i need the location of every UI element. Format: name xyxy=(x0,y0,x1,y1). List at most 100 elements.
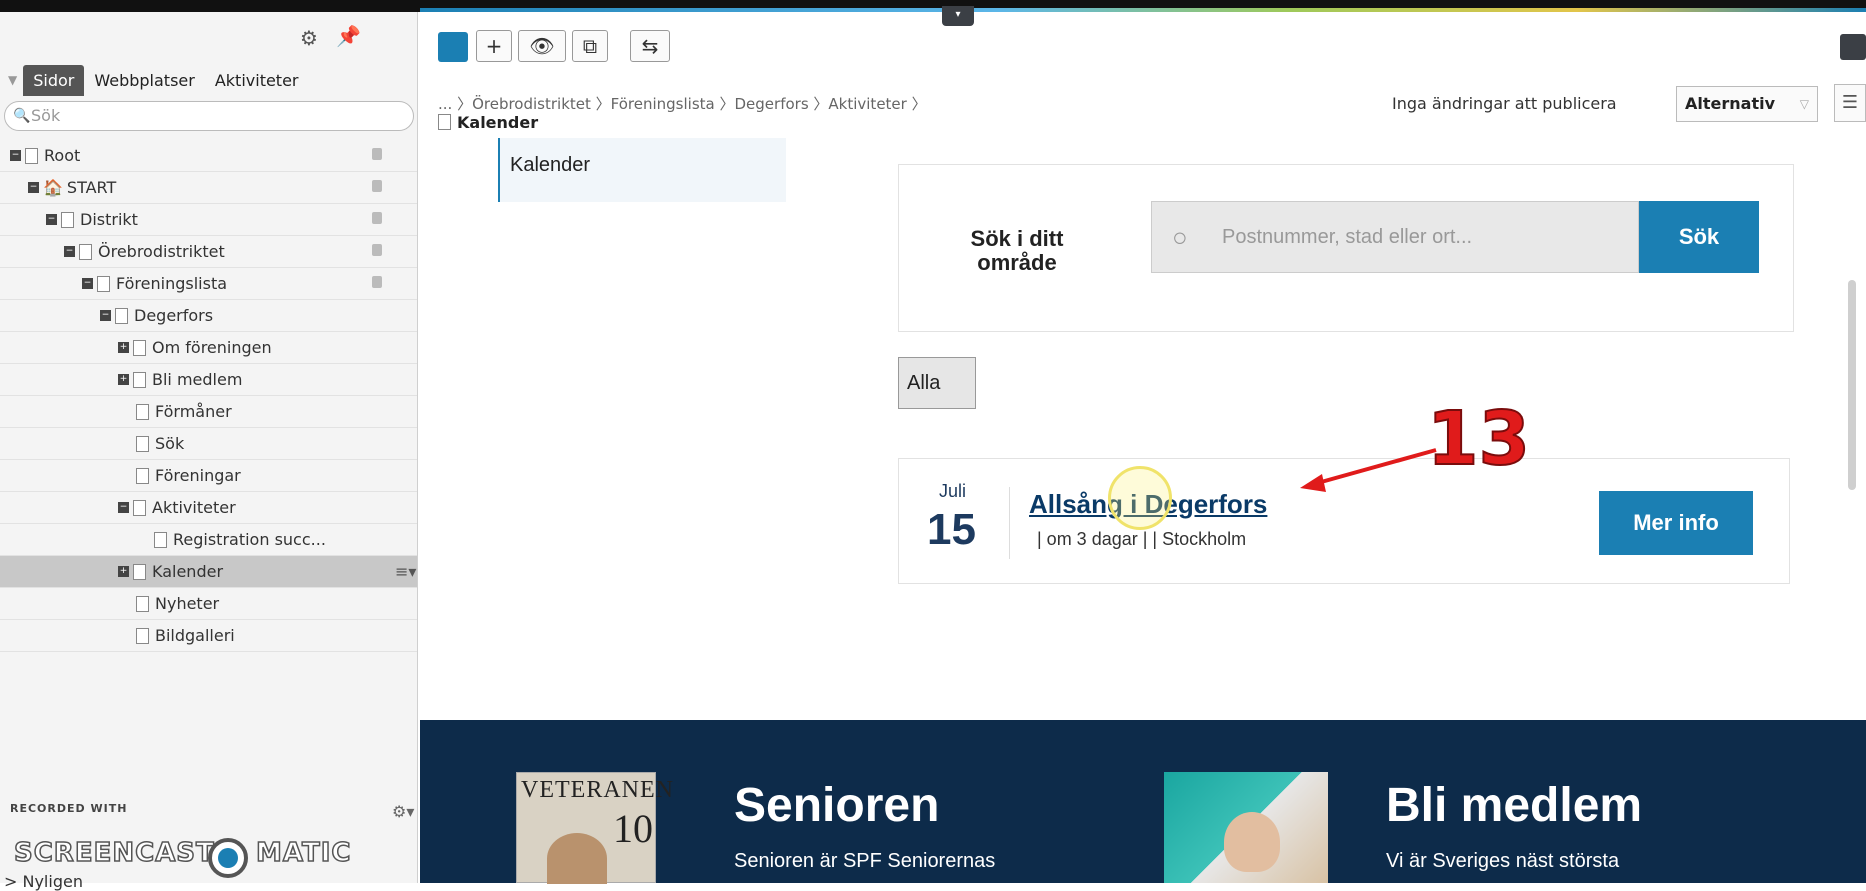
tree-toggle-button[interactable] xyxy=(438,32,468,62)
event-meta: | om 3 dagar | | Stockholm xyxy=(1037,529,1247,549)
collapse-icon[interactable]: − xyxy=(46,214,57,225)
tree-row-label: Om föreningen xyxy=(152,338,272,357)
tree-row[interactable]: − Degerfors xyxy=(0,300,417,332)
chevron-down-icon[interactable]: ▼ xyxy=(8,73,17,87)
tree-row[interactable]: − Root xyxy=(0,140,417,172)
page-icon xyxy=(136,435,149,452)
collapse-icon[interactable]: − xyxy=(64,246,75,257)
tree-row[interactable]: − Örebrodistriktet xyxy=(0,236,417,268)
page-icon xyxy=(25,147,38,164)
tree-row[interactable]: − Distrikt xyxy=(0,204,417,236)
compare-button[interactable]: ⇆ xyxy=(630,30,670,62)
tree-row-label: Förmåner xyxy=(155,402,232,421)
tree-row[interactable]: + Kalender ≡▾ xyxy=(0,556,417,588)
page-icon xyxy=(133,339,146,356)
preview-eye-button[interactable]: 👁 xyxy=(518,30,566,62)
tree-row[interactable]: − Föreningslista xyxy=(0,268,417,300)
page-icon xyxy=(97,275,110,292)
list-view-button[interactable]: ☰ xyxy=(1834,84,1866,122)
page-icon xyxy=(136,467,149,484)
recent-toggle[interactable]: > Nyligen xyxy=(4,872,83,891)
footer-text-senioren: Senioren är SPF Seniorernas xyxy=(734,850,996,872)
collapse-icon[interactable]: − xyxy=(118,502,129,513)
tree-row[interactable]: Registration succ... xyxy=(0,524,417,556)
page-title: Kalender xyxy=(438,113,538,132)
area-search-placeholder: Postnummer, stad eller ort... xyxy=(1222,226,1473,248)
area-search-input[interactable]: ○ Postnummer, stad eller ort... xyxy=(1151,201,1639,273)
page-icon xyxy=(438,114,451,130)
screencast-watermark: SCREENCAST xyxy=(13,837,215,869)
page-icon xyxy=(61,211,74,228)
more-info-button[interactable]: Mer info xyxy=(1599,491,1753,555)
screencast-logo xyxy=(208,838,248,878)
tree-row[interactable]: − 🏠 START xyxy=(0,172,417,204)
view-button[interactable]: ⧉ xyxy=(572,30,608,62)
lock-icon xyxy=(372,180,382,192)
event-divider xyxy=(1009,487,1010,559)
collapse-icon[interactable]: − xyxy=(100,310,111,321)
page-icon xyxy=(79,243,92,260)
options-label: Alternativ xyxy=(1685,94,1776,113)
tree-row-label: Örebrodistriktet xyxy=(98,242,225,261)
magazine-title: VETERANEN xyxy=(521,777,674,803)
settings-gear-icon[interactable]: ⚙▾ xyxy=(392,802,414,821)
panel-right-button[interactable] xyxy=(1840,34,1866,60)
collapse-icon[interactable]: − xyxy=(82,278,93,289)
gear-icon[interactable]: ⚙ xyxy=(300,26,318,50)
tree-row-label: Distrikt xyxy=(80,210,138,229)
tree-row-label: Föreningslista xyxy=(116,274,228,293)
event-month: Juli xyxy=(939,481,967,501)
photo-face xyxy=(1224,812,1280,872)
page-icon xyxy=(136,595,149,612)
magazine-number: 10 xyxy=(613,806,653,851)
tree-row[interactable]: Föreningar xyxy=(0,460,417,492)
tree-row[interactable]: Förmåner xyxy=(0,396,417,428)
expand-icon[interactable]: + xyxy=(118,342,129,353)
search-input[interactable]: 🔍 Sök xyxy=(4,101,414,131)
tab-webbplatser[interactable]: Webbplatser xyxy=(84,65,204,96)
screencast-watermark-2: MATIC xyxy=(255,837,352,869)
chevron-down-icon: ▽ xyxy=(1799,97,1809,111)
add-button[interactable]: + xyxy=(476,30,512,62)
tab-aktiviteter[interactable]: Aktiviteter xyxy=(205,65,309,96)
options-dropdown[interactable]: Alternativ ▽ xyxy=(1676,86,1818,122)
expand-icon[interactable]: + xyxy=(118,374,129,385)
tree-row[interactable]: Bildgalleri xyxy=(0,620,417,652)
breadcrumb[interactable]: ... 〉Örebrodistriktet 〉Föreningslista 〉D… xyxy=(438,93,927,114)
page-icon xyxy=(133,371,146,388)
footer-heading-bli-medlem[interactable]: Bli medlem xyxy=(1386,778,1642,833)
tree-row-label: Root xyxy=(44,146,81,165)
tree-row[interactable]: Sök xyxy=(0,428,417,460)
tree-row[interactable]: + Bli medlem xyxy=(0,364,417,396)
tree-row-label: START xyxy=(66,178,117,197)
search-icon: ○ xyxy=(1172,222,1188,252)
tree-row-label: Sök xyxy=(155,434,185,453)
tree-row-label: Aktiviteter xyxy=(152,498,236,517)
pin-icon[interactable]: 📌 xyxy=(336,24,361,48)
tab-sidor[interactable]: Sidor xyxy=(23,64,85,96)
area-search-button[interactable]: Sök xyxy=(1639,201,1759,273)
subnav-item-kalender[interactable]: Kalender xyxy=(498,138,786,202)
tree-row[interactable]: + Om föreningen xyxy=(0,332,417,364)
tree-row-label: Föreningar xyxy=(155,466,241,485)
page-icon xyxy=(133,499,146,516)
expand-icon[interactable]: + xyxy=(118,566,129,577)
tree-row[interactable]: Nyheter xyxy=(0,588,417,620)
annotation-arrow-icon xyxy=(1300,448,1437,492)
page-icon xyxy=(115,307,128,324)
tree-row-label: Kalender xyxy=(152,562,224,581)
lock-icon xyxy=(372,244,382,256)
subnav-label: Kalender xyxy=(510,154,591,176)
page-icon xyxy=(133,563,146,580)
area-search-label: Sök i ditt område xyxy=(970,226,1064,275)
footer-heading-senioren[interactable]: Senioren xyxy=(734,778,939,833)
tree-row[interactable]: − Aktiviteter xyxy=(0,492,417,524)
filter-alla-button[interactable]: Alla xyxy=(898,357,976,409)
page-icon xyxy=(136,403,149,420)
collapse-toolbar-tab[interactable]: ▾ xyxy=(942,6,974,26)
collapse-icon[interactable]: − xyxy=(28,182,39,193)
scrollbar[interactable] xyxy=(1848,280,1856,490)
collapse-icon[interactable]: − xyxy=(10,150,21,161)
context-menu-icon[interactable]: ≡▾ xyxy=(395,562,416,581)
panel-tabs: ▼ Sidor Webbplatser Aktiviteter xyxy=(0,62,309,98)
